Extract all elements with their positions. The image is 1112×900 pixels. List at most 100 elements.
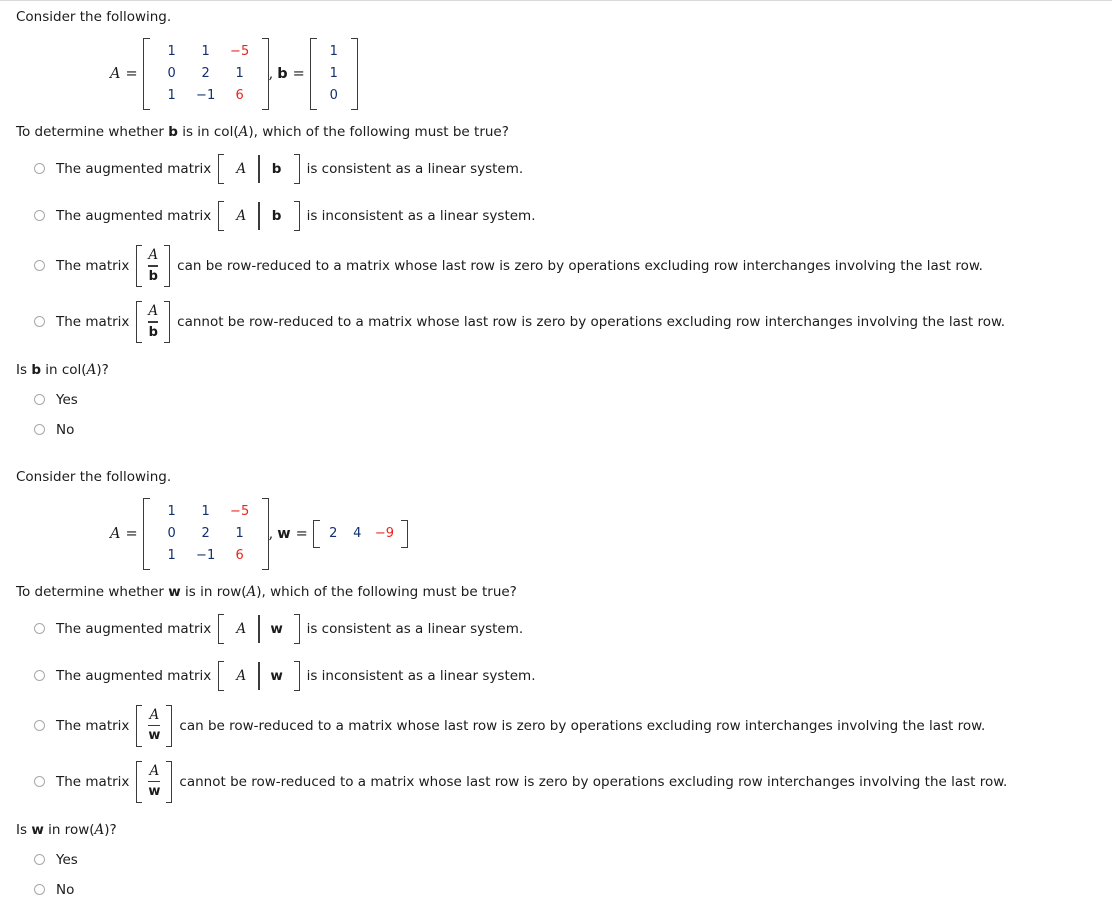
option-1[interactable]: The augmented matrix Ab is consistent as a… <box>34 153 1112 184</box>
sub-matrix-symbol: A <box>86 361 97 378</box>
bracket-right-icon <box>164 244 171 287</box>
prompt-text: Consider the following. <box>16 9 172 25</box>
vector-label: w <box>277 525 291 542</box>
matrix-A-cell: 2 <box>201 525 210 541</box>
radio-button[interactable] <box>34 854 45 866</box>
option-3[interactable]: The matrix Aw can be row-reduced to a matr… <box>34 704 1112 747</box>
matrix-bracket-right <box>261 497 269 570</box>
matrix-bracket-left <box>312 519 320 548</box>
matrix-symbol-A: A <box>148 303 159 320</box>
matrix-A-cell: 0 <box>167 65 176 81</box>
matrix-A-cell: −5 <box>230 43 250 59</box>
question-pre: To determine whether <box>16 583 169 600</box>
problem-section-2: Consider the following. A = 1 1 −5 0 2 1 1 −1 6, w = 2… <box>16 469 1112 898</box>
sub-matrix-symbol: A <box>94 821 105 838</box>
augmented-matrix: Aw <box>218 660 300 691</box>
option-suffix: can be row-reduced to a matrix whose las… <box>179 717 986 734</box>
question-text: To determine whether w is in row(A), whi… <box>16 584 1112 600</box>
answer-option-yes[interactable]: Yes <box>34 392 1112 408</box>
vector-symbol: w <box>270 667 283 684</box>
option-3[interactable]: The matrix Ab can be row-reduced to a matr… <box>34 244 1112 287</box>
option-prefix: The matrix <box>56 257 130 274</box>
vector-cell: 1 <box>329 43 338 59</box>
sub-question-text: Is w in row(A)? <box>16 822 1112 838</box>
vector-b: 1 1 0 <box>309 37 358 110</box>
sub-question-text: Is b in col(A)? <box>16 362 1112 378</box>
question-matrix-symbol: A <box>246 583 257 600</box>
matrix-A-cell: 1 <box>167 503 176 519</box>
matrix-A-cell: −1 <box>196 547 216 563</box>
stacked-top-cell: A <box>148 247 158 264</box>
equals-sign: = <box>125 65 138 82</box>
sub-vector-symbol: w <box>31 821 44 838</box>
sub-mid: in row( <box>43 821 95 838</box>
augmented-matrix: Ab <box>218 200 300 231</box>
sub-pre: Is <box>16 361 32 378</box>
option-suffix: is inconsistent as a linear system. <box>306 207 536 224</box>
bracket-right-icon <box>293 200 300 231</box>
matrix-A-cell: 1 <box>167 87 176 103</box>
vector-label: b <box>277 65 288 82</box>
bracket-right-icon <box>293 153 300 184</box>
option-suffix: cannot be row-reduced to a matrix whose … <box>177 313 1006 330</box>
answer-option-no[interactable]: No <box>34 422 1112 438</box>
radio-button[interactable] <box>34 210 45 222</box>
radio-button[interactable] <box>34 316 45 328</box>
stacked-divider <box>148 321 159 323</box>
radio-button[interactable] <box>34 163 45 175</box>
bracket-right-icon <box>166 760 173 803</box>
matrix-A-grid: 1 1 −5 0 2 1 1 −1 6 <box>153 38 259 110</box>
vector-symbol: b <box>271 207 282 224</box>
stacked-column: Aw <box>142 705 166 747</box>
math-expression: A = 1 1 −5 0 2 1 1 −1 6, w = 2 4 −9 <box>110 497 1112 570</box>
option-suffix: cannot be row-reduced to a matrix whose … <box>179 773 1008 790</box>
radio-button[interactable] <box>34 720 45 732</box>
equals-sign: = <box>125 525 138 542</box>
matrix-bracket-left <box>142 37 150 110</box>
sub-end: )? <box>104 821 117 838</box>
stacked-matrix: Ab <box>136 244 171 287</box>
matrix-bracket-right <box>400 519 408 548</box>
radio-button[interactable] <box>34 260 45 272</box>
augmented-left-cell: A <box>224 154 258 184</box>
vector-cell: 4 <box>353 525 362 541</box>
stacked-matrix: Aw <box>136 760 173 803</box>
radio-button[interactable] <box>34 623 45 635</box>
radio-button[interactable] <box>34 424 45 436</box>
option-2[interactable]: The augmented matrix Aw is inconsistent as… <box>34 660 1112 691</box>
math-expression: A = 1 1 −5 0 2 1 1 −1 6, b = 1 1 0 <box>110 37 1112 110</box>
question-post: is in row( <box>180 583 247 600</box>
option-2[interactable]: The augmented matrix Ab is inconsistent as… <box>34 200 1112 231</box>
matrix-A-cell: 1 <box>201 43 210 59</box>
matrix-symbol-A: A <box>236 160 247 177</box>
radio-button[interactable] <box>34 670 45 682</box>
radio-button[interactable] <box>34 776 45 788</box>
vector-symbol: b <box>148 268 158 284</box>
stacked-top-cell: A <box>148 303 158 320</box>
stacked-column: Ab <box>142 301 164 343</box>
matrix-A-cell: −5 <box>230 503 250 519</box>
answer-option-no[interactable]: No <box>34 882 1112 898</box>
option-4[interactable]: The matrix Ab cannot be row-reduced to a m… <box>34 300 1112 343</box>
stacked-divider <box>148 265 159 267</box>
option-4[interactable]: The matrix Aw cannot be row-reduced to a m… <box>34 760 1112 803</box>
vector-symbol: w <box>270 620 283 637</box>
option-1[interactable]: The augmented matrix Aw is consistent as a… <box>34 613 1112 644</box>
question-pre: To determine whether <box>16 123 169 140</box>
radio-button[interactable] <box>34 884 45 896</box>
option-suffix: is consistent as a linear system. <box>306 160 524 177</box>
bracket-right-icon <box>164 300 171 343</box>
equals-sign-2: = <box>295 525 308 542</box>
option-prefix: The augmented matrix <box>56 620 212 637</box>
comma-separator: , <box>268 525 274 542</box>
augmented-matrix: Ab <box>218 153 300 184</box>
bracket-right-icon <box>166 704 173 747</box>
stacked-top-cell: A <box>148 707 160 724</box>
option-prefix: The augmented matrix <box>56 667 212 684</box>
option-prefix: The augmented matrix <box>56 160 212 177</box>
answer-option-yes[interactable]: Yes <box>34 852 1112 868</box>
augmented-matrix: Aw <box>218 613 300 644</box>
bracket-right-icon <box>293 613 300 644</box>
radio-button[interactable] <box>34 394 45 406</box>
vector-symbol: b <box>271 160 282 177</box>
